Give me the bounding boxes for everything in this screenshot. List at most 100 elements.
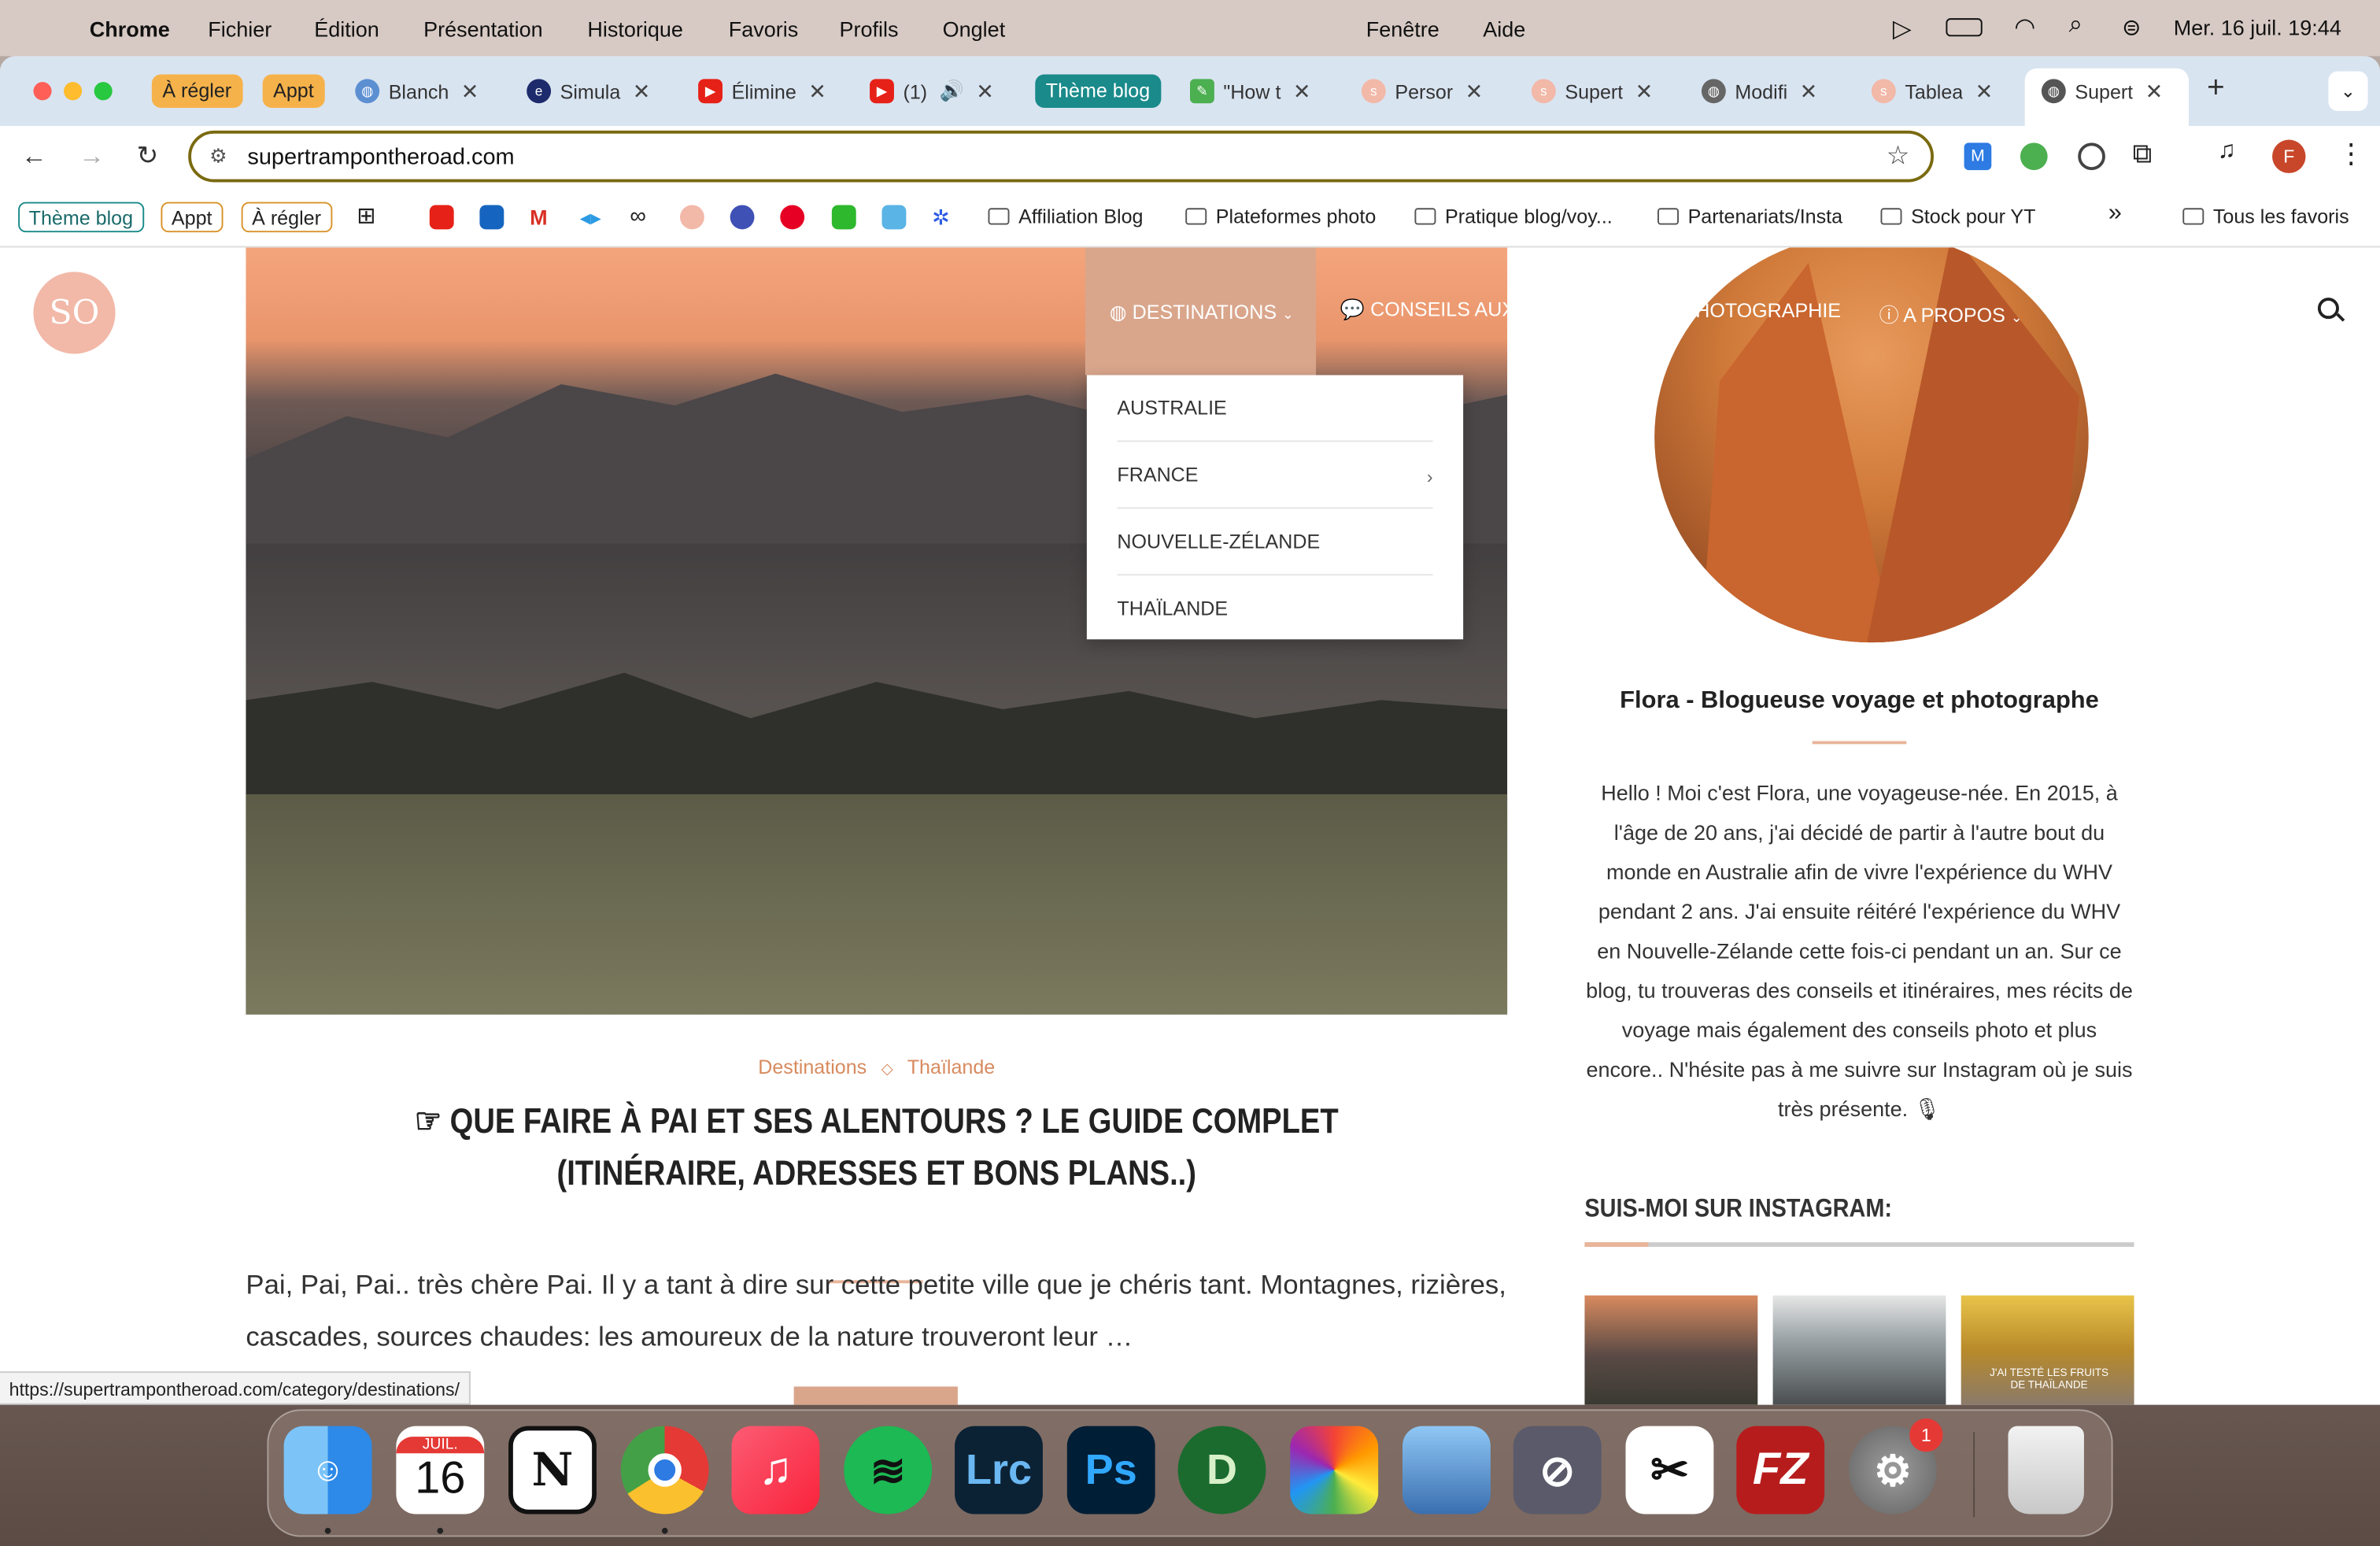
apps-grid-icon[interactable]: ⊞ xyxy=(357,204,381,229)
photoshop-icon[interactable]: Ps xyxy=(1066,1426,1155,1515)
chrome-icon[interactable] xyxy=(620,1426,709,1515)
dropdown-item-australie[interactable]: AUSTRALIE xyxy=(1117,375,1433,442)
tab-persor[interactable]: s Persor ✕ xyxy=(1361,72,1484,111)
close-tab-icon[interactable]: ✕ xyxy=(461,78,479,104)
dropdown-item-france[interactable]: FRANCE › xyxy=(1117,442,1433,509)
bookmark-star-icon[interactable]: ☆ xyxy=(1887,141,1909,172)
youtube-bookmark-icon[interactable] xyxy=(429,205,454,230)
nav-destinations[interactable]: ◍ DESTINATIONS ⌄ xyxy=(1085,247,1317,375)
site-settings-icon[interactable]: ⚙ xyxy=(209,144,227,168)
spotlight-icon[interactable]: ⌕ xyxy=(2069,12,2082,39)
photos-icon[interactable] xyxy=(1290,1426,1379,1515)
dropdown-item-thailande[interactable]: THAÏLANDE xyxy=(1117,575,1432,642)
butterfly-bookmark-icon[interactable] xyxy=(881,205,907,230)
search-icon[interactable] xyxy=(2317,298,2339,320)
chrome-menu-icon[interactable]: ⋮ xyxy=(2338,139,2365,171)
forward-arrow-icon[interactable]: → xyxy=(79,141,105,172)
nav-conseils[interactable]: 💬 CONSEILS AUX V xyxy=(1316,247,1507,375)
bookmark-folder-stock-yt[interactable]: Stock pour YT xyxy=(1880,205,2035,227)
close-tab-icon[interactable]: ✕ xyxy=(633,78,651,104)
zoom-window-button[interactable] xyxy=(94,82,113,101)
blocked-app-icon[interactable]: ⊘ xyxy=(1513,1426,1602,1515)
nav-a-propos[interactable]: ⓘ A PROPOS ⌄ xyxy=(1879,299,2023,328)
bookmark-folder-all[interactable]: Tous les favoris xyxy=(2182,205,2349,227)
close-tab-icon[interactable]: ✕ xyxy=(2145,78,2164,104)
minimize-window-button[interactable] xyxy=(63,82,83,101)
menu-edition[interactable]: Édition xyxy=(314,17,379,41)
finder-icon[interactable]: ☺ xyxy=(283,1426,372,1515)
trash-icon[interactable] xyxy=(2008,1426,2084,1515)
instagram-thumb-3[interactable]: J'AI TESTÉ LES FRUITS DE THAÏLANDE xyxy=(1961,1295,2134,1405)
close-tab-icon[interactable]: ✕ xyxy=(808,78,826,104)
profile-avatar[interactable]: F xyxy=(2272,139,2306,173)
instagram-thumb-1[interactable] xyxy=(1584,1295,1758,1405)
tab-group-theme-blog[interactable]: Thème blog xyxy=(1035,74,1161,108)
play-icon[interactable]: ▷ xyxy=(1893,13,1912,44)
menu-app-name[interactable]: Chrome xyxy=(90,17,170,41)
canva-bookmark-icon[interactable] xyxy=(730,205,755,230)
bookmark-folder-partenariats[interactable]: Partenariats/Insta xyxy=(1657,205,1842,227)
extension-green-icon[interactable] xyxy=(2020,142,2048,171)
tab-simula[interactable]: e Simula ✕ xyxy=(527,72,650,111)
pinterest-bookmark-icon[interactable] xyxy=(780,205,805,230)
more-bookmarks-chevron-icon[interactable]: » xyxy=(2108,201,2122,228)
menu-onglet[interactable]: Onglet xyxy=(943,17,1006,41)
tab-group-a-regler[interactable]: À régler xyxy=(151,74,242,108)
tab-tablea[interactable]: s Tablea ✕ xyxy=(1871,72,1994,111)
nav-photographie[interactable]: HOTOGRAPHIE xyxy=(1695,299,1841,322)
wifi-icon[interactable]: ◠ xyxy=(2014,12,2035,43)
menu-fichier[interactable]: Fichier xyxy=(208,17,272,41)
close-tab-icon[interactable]: ✕ xyxy=(976,78,994,104)
tab-elimine[interactable]: ▶ Élimine ✕ xyxy=(698,72,826,111)
tab-group-appt[interactable]: Appt xyxy=(262,74,325,108)
category-link-destinations[interactable]: Destinations xyxy=(758,1056,867,1078)
address-bar[interactable]: ⚙ supertrampontheroad.com ☆ xyxy=(188,130,1934,183)
menubar-clock[interactable]: Mer. 16 juil. 19:44 xyxy=(2174,15,2341,39)
new-tab-button[interactable]: + xyxy=(2207,72,2225,106)
bookmark-folder-pratique[interactable]: Pratique blog/voy... xyxy=(1414,205,1613,227)
lightroom-icon[interactable]: Lrc xyxy=(955,1426,1043,1515)
category-link-thailande[interactable]: Thaïlande xyxy=(907,1056,996,1078)
close-tab-icon[interactable]: ✕ xyxy=(1293,78,1311,104)
bookmark-chip-a-regler[interactable]: À régler xyxy=(241,202,332,233)
extension-m-icon[interactable]: M xyxy=(1964,142,1992,171)
close-tab-icon[interactable]: ✕ xyxy=(1465,78,1484,104)
menu-presentation[interactable]: Présentation xyxy=(423,17,543,41)
asterisk-bookmark-icon[interactable]: ✲ xyxy=(932,205,956,229)
tab-supert-1[interactable]: s Supert ✕ xyxy=(1531,72,1654,111)
close-tab-icon[interactable]: ✕ xyxy=(1975,78,1994,104)
speaker-icon[interactable]: 🔊 xyxy=(940,79,964,103)
calendar-icon[interactable]: JUIL. 16 xyxy=(396,1426,485,1515)
bookmark-folder-affiliation[interactable]: Affiliation Blog xyxy=(988,205,1144,227)
filezilla-icon[interactable]: FZ xyxy=(1736,1426,1825,1515)
tab-search-chevron-icon[interactable]: ⌄ xyxy=(2328,71,2368,111)
menu-aide[interactable]: Aide xyxy=(1483,17,1525,41)
bookmark-chip-appt[interactable]: Appt xyxy=(161,202,224,233)
site-bookmark-icon[interactable] xyxy=(679,205,704,230)
preview-icon[interactable] xyxy=(1402,1426,1491,1515)
extensions-puzzle-icon[interactable]: ⧉ xyxy=(2133,139,2153,171)
tab-blanch[interactable]: ◍ Blanch ✕ xyxy=(355,72,479,111)
music-icon[interactable]: ♫ xyxy=(731,1426,820,1515)
tab-modifi[interactable]: ◍ Modifi ✕ xyxy=(1701,72,1818,111)
spotify-icon[interactable]: ≋ xyxy=(844,1426,933,1515)
menu-favoris[interactable]: Favoris xyxy=(729,17,799,41)
bookmark-chip-theme-blog[interactable]: Thème blog xyxy=(18,202,144,233)
menu-fenetre[interactable]: Fenêtre xyxy=(1366,17,1439,41)
close-tab-icon[interactable]: ✕ xyxy=(1800,78,1818,104)
infinity-bookmark-icon[interactable]: ∞ xyxy=(630,204,654,229)
outlook-bookmark-icon[interactable] xyxy=(479,205,504,230)
code-bookmark-icon[interactable]: ◂▸ xyxy=(580,205,604,229)
menu-profils[interactable]: Profils xyxy=(839,17,898,41)
address-url[interactable]: supertrampontheroad.com xyxy=(247,144,514,170)
gmail-bookmark-icon[interactable]: M xyxy=(530,205,554,229)
close-window-button[interactable] xyxy=(33,82,52,101)
instagram-thumb-2[interactable] xyxy=(1772,1295,1946,1405)
control-center-icon[interactable]: ⊜ xyxy=(2122,13,2141,41)
close-tab-icon[interactable]: ✕ xyxy=(1635,78,1654,104)
dropdown-item-nouvelle-zelande[interactable]: NOUVELLE-ZÉLANDE xyxy=(1117,509,1433,576)
tab-supert-active[interactable]: ◍ Supert ✕ xyxy=(2041,72,2164,111)
bookmark-folder-plateformes[interactable]: Plateformes photo xyxy=(1185,205,1376,227)
menu-historique[interactable]: Historique xyxy=(587,17,683,41)
notion-icon[interactable]: N xyxy=(508,1426,597,1515)
